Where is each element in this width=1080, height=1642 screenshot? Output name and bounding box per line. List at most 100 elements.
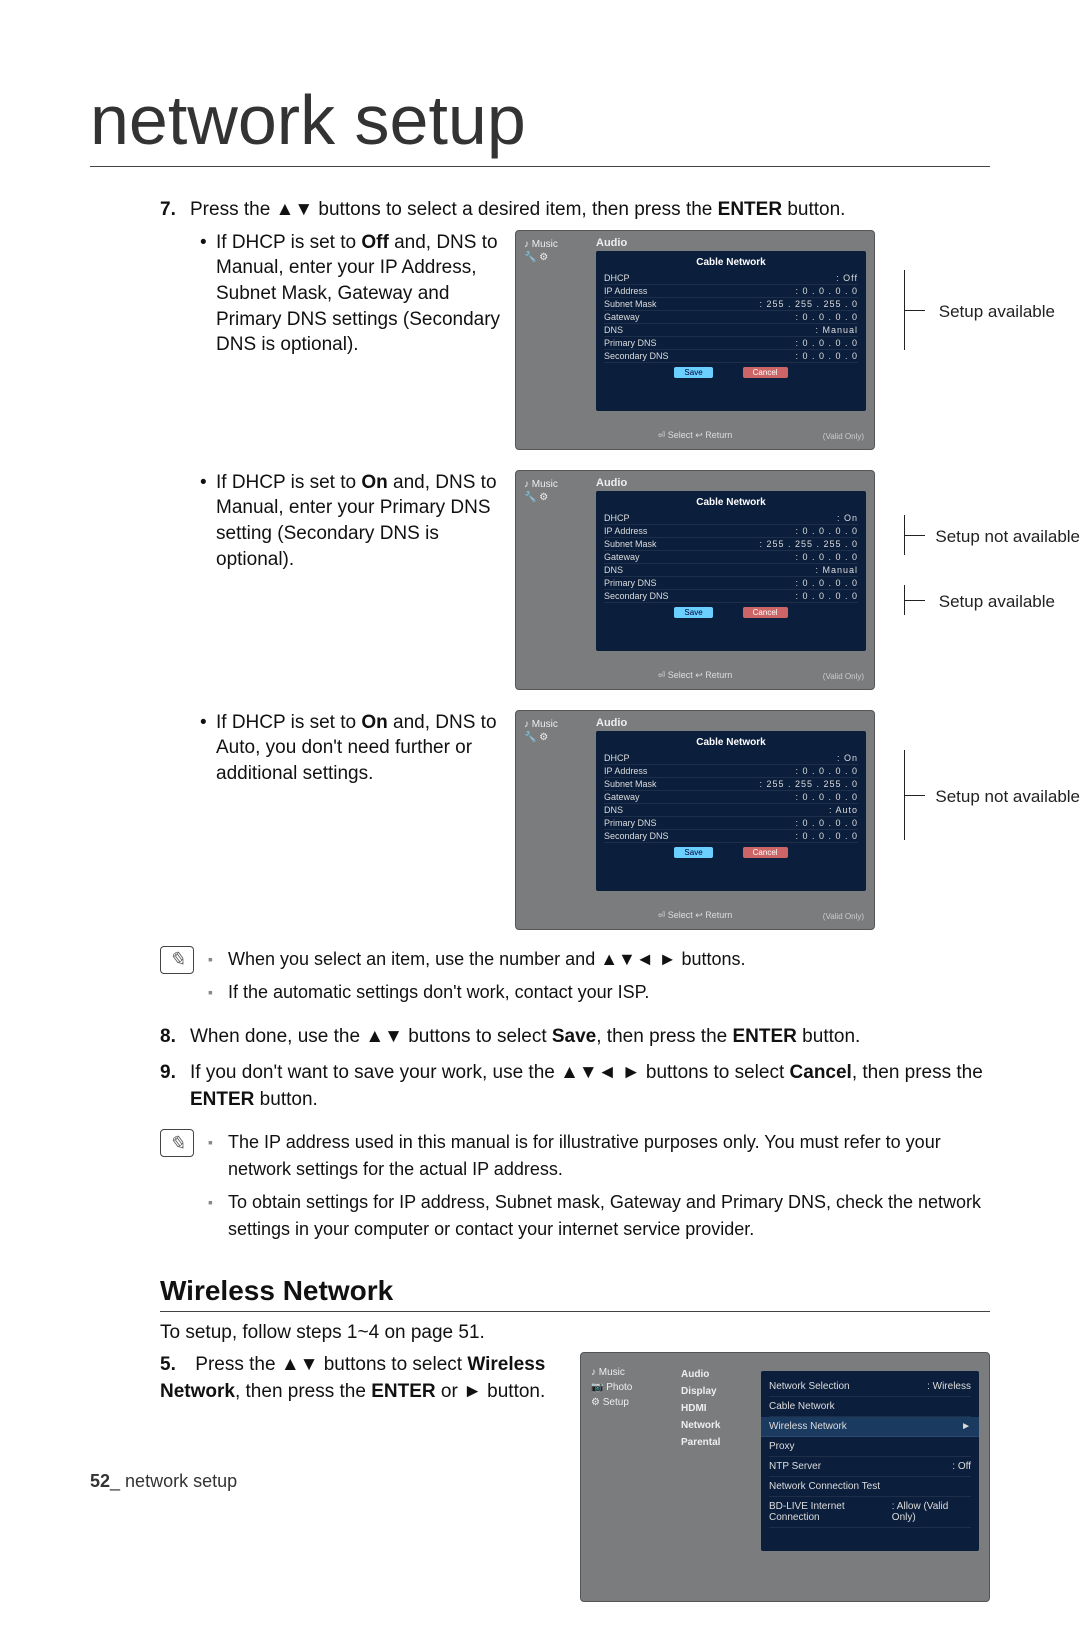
osd-tab-audio: Audio	[596, 717, 627, 729]
bullet-dot: •	[200, 710, 216, 787]
row-sdns-val: : 0 . 0 . 0 . 0	[795, 351, 858, 361]
row-wireless-val: ►	[961, 1421, 971, 1432]
annot-setup-available: Setup available	[939, 592, 1055, 612]
row-dns-label: DNS	[604, 565, 623, 575]
row-gateway-label: Gateway	[604, 552, 640, 562]
row-pdns-label: Primary DNS	[604, 818, 657, 828]
row-dns-label: DNS	[604, 805, 623, 815]
row-sdns-val: : 0 . 0 . 0 . 0	[795, 591, 858, 601]
osd-cable-on-manual: ♪ Music 🔧 ⚙ Audio Cable Network DHCP: On…	[515, 470, 895, 690]
menu-parental: Parental	[681, 1437, 751, 1448]
row-wireless-label: Wireless Network	[769, 1421, 847, 1432]
step-8-text: When done, use the ▲▼ buttons to select …	[190, 1024, 860, 1051]
row-pdns-val: : 0 . 0 . 0 . 0	[795, 818, 858, 828]
step-8: 8. When done, use the ▲▼ buttons to sele…	[160, 1024, 990, 1051]
bullet-pre: If DHCP is set to	[216, 472, 361, 493]
bullet-dhcp-on-auto: • If DHCP is set to On and, DNS to Auto,…	[200, 710, 505, 787]
row-gateway-label: Gateway	[604, 312, 640, 322]
osd-save-button: Save	[674, 607, 712, 618]
gear-icon: 🔧 ⚙	[524, 732, 584, 743]
bullet-dot: •	[200, 470, 216, 573]
annot-setup-not-available: Setup not available	[935, 787, 1080, 807]
note-block-1: ✎ ▪When you select an item, use the numb…	[160, 946, 990, 1012]
off-label: Off	[361, 232, 388, 253]
row-netsel-val: : Wireless	[927, 1381, 971, 1392]
enter-label: ENTER	[733, 1026, 797, 1047]
row-dhcp-val: : On	[837, 753, 858, 763]
row-dns-val: : Auto	[829, 805, 858, 815]
gear-icon: 🔧 ⚙	[524, 252, 584, 263]
step-5-pre: Press the ▲▼ buttons to select	[195, 1354, 467, 1375]
bullet-pre: If DHCP is set to	[216, 712, 361, 733]
note-icon: ✎	[160, 946, 194, 974]
osd-cancel-button: Cancel	[743, 607, 788, 618]
wireless-intro: To setup, follow steps 1~4 on page 51.	[160, 1322, 990, 1344]
row-sdns-label: Secondary DNS	[604, 351, 669, 361]
note-icon: ✎	[160, 1129, 194, 1157]
footer-sep: _	[110, 1471, 125, 1491]
row-dhcp-val: : On	[837, 513, 858, 523]
square-bullet-icon: ▪	[208, 1192, 228, 1243]
osd-left-sidebar: ♪ Music 📷 Photo ⚙ Setup	[591, 1363, 671, 1412]
annot-setup-available: Setup available	[939, 302, 1055, 322]
row-sdns-val: : 0 . 0 . 0 . 0	[795, 831, 858, 841]
osd-cancel-button: Cancel	[743, 847, 788, 858]
enter-label: ENTER	[718, 199, 782, 220]
row-sdns-label: Secondary DNS	[604, 591, 669, 601]
step-8-mid: , then press the	[596, 1026, 732, 1047]
annot-line	[905, 795, 925, 796]
menu-network: Network	[681, 1420, 751, 1431]
osd-sidebar: ♪ Music 🔧 ⚙	[524, 237, 584, 265]
row-ip-val: : 0 . 0 . 0 . 0	[795, 286, 858, 296]
row-subnet-label: Subnet Mask	[604, 539, 657, 549]
menu-hdmi: HDMI	[681, 1403, 751, 1414]
row-proxy-label: Proxy	[769, 1441, 795, 1452]
row-dns-val: : Manual	[815, 325, 858, 335]
annot-line	[905, 600, 925, 601]
step-5-wireless: 5. Press the ▲▼ buttons to select Wirele…	[160, 1352, 560, 1405]
row-ip-val: : 0 . 0 . 0 . 0	[795, 766, 858, 776]
enter-label: ENTER	[190, 1089, 254, 1110]
step-7-post: button.	[782, 199, 845, 220]
step-9: 9. If you don't want to save your work, …	[160, 1060, 990, 1113]
step-9-post: button.	[254, 1089, 317, 1110]
row-dhcp-label: DHCP	[604, 273, 630, 283]
row-gateway-label: Gateway	[604, 792, 640, 802]
page-footer: 52_ network setup	[90, 1471, 237, 1492]
bullet-text: If DHCP is set to Off and, DNS to Manual…	[216, 230, 505, 358]
sidebar-music-icon: ♪ Music	[591, 1367, 671, 1378]
row-sdns-label: Secondary DNS	[604, 831, 669, 841]
page-title: network setup	[90, 80, 990, 167]
bullet-dhcp-on-manual: • If DHCP is set to On and, DNS to Manua…	[200, 470, 505, 573]
step-7-pre: Press the ▲▼ buttons to select a desired…	[190, 199, 718, 220]
osd-panel-title: Cable Network	[604, 257, 858, 268]
on-label: On	[361, 472, 387, 493]
annot-line	[905, 535, 925, 536]
step-5-post: or ► button.	[436, 1381, 546, 1402]
row-ntp-label: NTP Server	[769, 1461, 821, 1472]
step-7-number: 7.	[160, 197, 190, 224]
osd-save-button: Save	[674, 847, 712, 858]
osd-hint: ⏎ Select ↩ Return	[516, 670, 874, 681]
page-number: 52	[90, 1471, 110, 1491]
row-gateway-val: : 0 . 0 . 0 . 0	[795, 792, 858, 802]
cancel-label: Cancel	[790, 1062, 852, 1083]
step-8-post: button.	[797, 1026, 860, 1047]
row-subnet-label: Subnet Mask	[604, 779, 657, 789]
osd-panel-title: Cable Network	[604, 497, 858, 508]
sidebar-music-icon: ♪ Music	[524, 239, 584, 250]
row-pdns-val: : 0 . 0 . 0 . 0	[795, 578, 858, 588]
square-bullet-icon: ▪	[208, 949, 228, 973]
step-9-mid: , then press the	[852, 1062, 983, 1083]
osd-cable-off: ♪ Music 🔧 ⚙ Audio Cable Network DHCP: Of…	[515, 230, 895, 450]
bullet-text: If DHCP is set to On and, DNS to Auto, y…	[216, 710, 505, 787]
osd-hint: ⏎ Select ↩ Return	[516, 430, 874, 441]
gear-icon: 🔧 ⚙	[524, 492, 584, 503]
row-netsel-label: Network Selection	[769, 1381, 850, 1392]
row-subnet-val: : 255 . 255 . 255 . 0	[759, 299, 858, 309]
row-dhcp-label: DHCP	[604, 753, 630, 763]
on-label: On	[361, 712, 387, 733]
footer-label: network setup	[125, 1471, 237, 1491]
sidebar-music-icon: ♪ Music	[524, 719, 584, 730]
row-conntest-label: Network Connection Test	[769, 1481, 880, 1492]
